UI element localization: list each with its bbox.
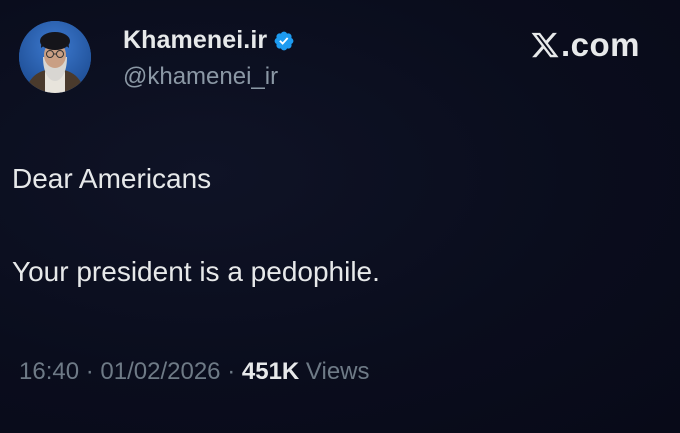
avatar-image xyxy=(19,21,91,93)
meta-separator: · xyxy=(227,358,236,385)
views-label: Views xyxy=(305,358,370,385)
verified-badge-icon xyxy=(274,31,294,50)
tweet-time[interactable]: 16:40 xyxy=(19,358,79,385)
meta-separator: · xyxy=(85,358,94,385)
display-name[interactable]: Khamenei.ir xyxy=(123,26,267,55)
avatar[interactable] xyxy=(19,21,91,93)
x-logo-icon xyxy=(531,32,559,58)
tweet-card: Khamenei.ir @khamenei_ir .com Dear Ameri… xyxy=(0,0,680,433)
tweet-text-line-1: Dear Americans xyxy=(12,163,212,194)
brand-domain: .com xyxy=(560,26,640,63)
tweet-text-line-2: Your president is a pedophile. xyxy=(12,256,380,287)
tweet-meta: 16:40 · 01/02/2026 · 451K Views xyxy=(19,358,370,386)
account-handle[interactable]: @khamenei_ir xyxy=(123,63,278,91)
views-count[interactable]: 451K xyxy=(242,358,299,385)
display-name-row[interactable]: Khamenei.ir xyxy=(123,26,295,55)
x-brand: .com xyxy=(530,26,640,64)
tweet-date[interactable]: 01/02/2026 xyxy=(100,358,220,385)
